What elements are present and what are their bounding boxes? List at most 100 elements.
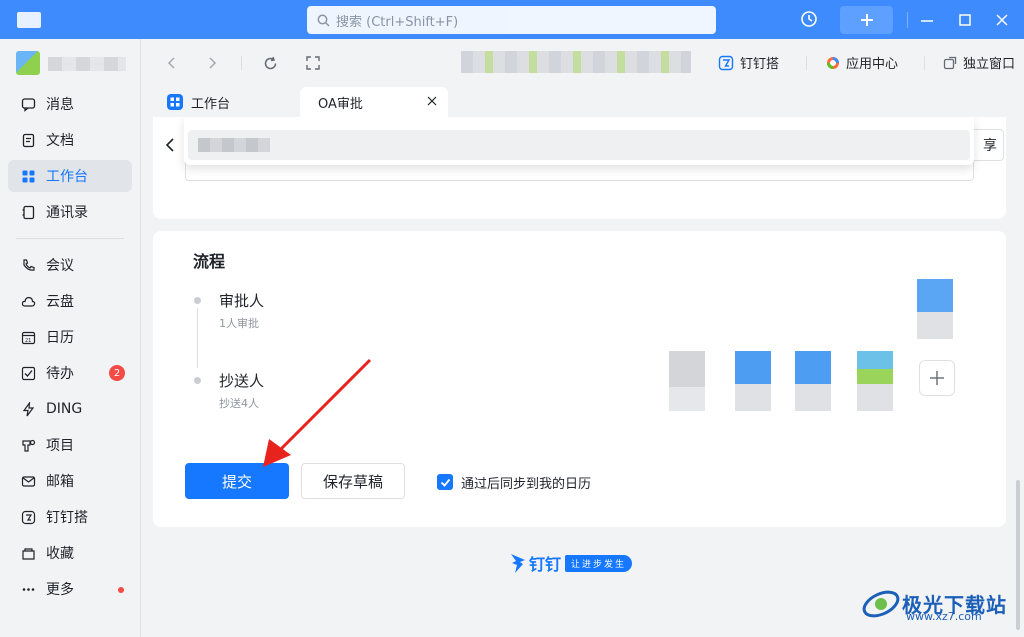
favorites-icon [20, 545, 36, 561]
sidebar-item-ding[interactable]: DING [8, 393, 132, 425]
sidebar-item-label: 云盘 [46, 294, 74, 310]
step-connector [197, 308, 198, 368]
sidebar-item-docs[interactable]: 文档 [8, 124, 132, 156]
cc-avatar[interactable] [735, 351, 771, 411]
sidebar-item-calendar[interactable]: 21 日历 [8, 321, 132, 353]
sidebar-item-project[interactable]: 项目 [8, 429, 132, 461]
sidebar-item-meeting[interactable]: 会议 [8, 249, 132, 281]
search-icon [317, 14, 330, 27]
step-dot [194, 297, 201, 304]
create-button[interactable] [840, 6, 893, 34]
sidebar-item-label: 通讯录 [46, 205, 88, 221]
search-placeholder: 搜索 (Ctrl+Shift+F) [336, 14, 459, 30]
tab-workbench[interactable]: 工作台 [155, 87, 300, 117]
ding-icon [20, 401, 36, 417]
watermark: 极光下载站 www.xz7.com [860, 582, 1007, 624]
history-icon[interactable] [800, 10, 818, 28]
builder-link[interactable]: 钉钉搭 [718, 53, 779, 72]
cc-subtitle: 抄送4人 [219, 397, 259, 410]
dropdown-item-text [198, 138, 270, 152]
approver-subtitle: 1人审批 [219, 317, 259, 330]
check-icon [440, 478, 450, 487]
window-icon [943, 56, 957, 69]
sidebar-item-label: DING [46, 401, 83, 417]
approver-title: 审批人 [219, 292, 265, 310]
back-icon[interactable] [165, 56, 179, 70]
browser-toolbar: 钉钉搭 应用中心 独立窗口 [141, 39, 1024, 87]
sidebar-item-mail[interactable]: 邮箱 [8, 465, 132, 497]
titlebar-divider [907, 12, 908, 28]
project-icon [20, 437, 36, 453]
sidebar-item-label: 工作台 [46, 169, 88, 185]
workbench-icon [20, 168, 36, 184]
profile-name[interactable] [48, 57, 126, 71]
search-input[interactable]: 搜索 (Ctrl+Shift+F) [307, 6, 716, 34]
toolbar-divider [806, 56, 807, 70]
sidebar-item-todo[interactable]: 待办 2 [8, 357, 132, 389]
plus-icon [930, 371, 944, 385]
toolbar-divider [924, 56, 925, 70]
mail-icon [20, 473, 36, 489]
tab-label: 工作台 [191, 96, 231, 112]
back-icon[interactable] [165, 137, 175, 153]
sidebar-item-workbench[interactable]: 工作台 [8, 160, 132, 192]
sidebar-item-cloud[interactable]: 云盘 [8, 285, 132, 317]
cc-avatar[interactable] [669, 351, 705, 411]
sidebar-item-more[interactable]: 更多 [8, 573, 132, 605]
cc-avatar[interactable] [857, 351, 893, 411]
footer-logo: 钉钉 让进步发生 [509, 551, 633, 575]
step-dot [194, 377, 201, 384]
contacts-icon [20, 204, 36, 220]
sidebar-item-builder[interactable]: 钉钉搭 [8, 501, 132, 533]
forward-icon[interactable] [205, 56, 219, 70]
approver-avatar[interactable] [917, 279, 953, 339]
sidebar-item-contacts[interactable]: 通讯录 [8, 196, 132, 228]
app-center-icon [827, 56, 839, 69]
standalone-window-label: 独立窗口 [963, 57, 1016, 72]
tab-oa-approval[interactable]: OA审批 [300, 87, 448, 117]
sync-calendar-checkbox[interactable] [437, 474, 453, 490]
sidebar-item-label: 钉钉搭 [46, 510, 88, 526]
sidebar-item-label: 更多 [46, 582, 74, 598]
notification-dot [118, 587, 124, 593]
share-button[interactable]: 享 [969, 129, 1004, 161]
minimize-icon[interactable] [919, 12, 935, 28]
calendar-icon: 21 [20, 329, 36, 345]
maximize-icon[interactable] [957, 12, 973, 28]
more-icon [20, 581, 36, 597]
share-label: 享 [983, 138, 997, 154]
phone-icon [20, 257, 36, 273]
sidebar-item-label: 邮箱 [46, 474, 74, 490]
tab-label: OA审批 [318, 96, 363, 112]
toolbar-divider [241, 56, 242, 70]
standalone-window-link[interactable]: 独立窗口 [943, 53, 1015, 72]
app-center-link[interactable]: 应用中心 [826, 53, 898, 72]
app-center-label: 应用中心 [846, 57, 899, 72]
footer-brand: 钉钉 [529, 555, 562, 574]
builder-link-label: 钉钉搭 [740, 57, 780, 72]
close-icon[interactable] [426, 95, 438, 107]
sidebar-divider [16, 238, 124, 239]
scrollbar[interactable] [1016, 480, 1020, 630]
sidebar-item-label: 消息 [46, 97, 74, 113]
sync-calendar-label[interactable]: 通过后同步到我的日历 [461, 473, 591, 492]
fullscreen-icon[interactable] [306, 56, 320, 70]
refresh-icon[interactable] [263, 56, 278, 71]
sidebar-item-label: 会议 [46, 258, 74, 274]
sidebar-item-favorites[interactable]: 收藏 [8, 537, 132, 569]
workbench-icon [167, 94, 183, 110]
todo-badge: 2 [109, 365, 125, 381]
app-logo [17, 12, 41, 28]
sidebar-item-label: 待办 [46, 366, 74, 382]
add-cc-button[interactable] [919, 360, 955, 396]
sidebar-item-messages[interactable]: 消息 [8, 88, 132, 120]
sidebar: 消息 文档 工作台 通讯录 会议 云盘 21 日历 待办 2 DING 项目 邮… [0, 39, 141, 637]
watermark-logo-icon [862, 590, 900, 618]
page-url [461, 51, 691, 73]
cc-avatar[interactable] [795, 351, 831, 411]
avatar[interactable] [16, 51, 40, 75]
annotation-arrow [263, 358, 372, 467]
close-icon[interactable] [994, 12, 1010, 28]
dropdown-item[interactable] [188, 130, 970, 160]
section-title: 流程 [193, 252, 226, 271]
